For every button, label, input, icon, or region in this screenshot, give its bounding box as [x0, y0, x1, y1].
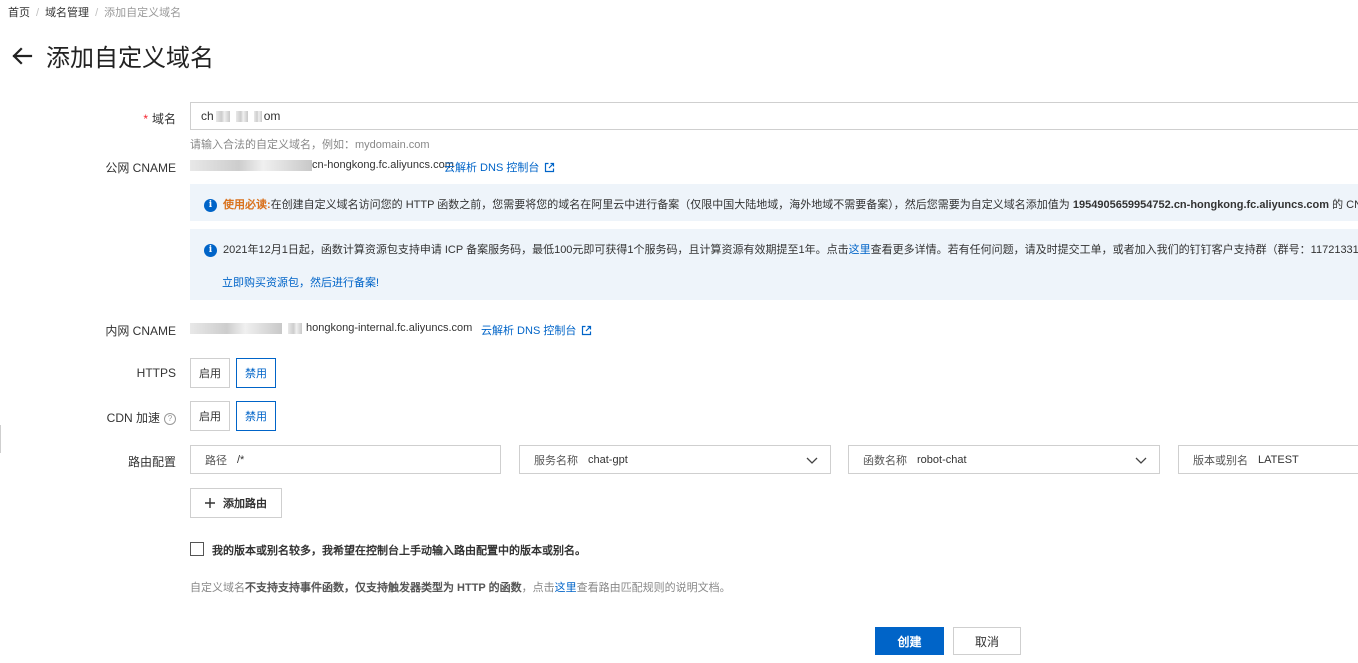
- public-cname-value: cn-hongkong.fc.aliyuncs.com: [190, 159, 454, 171]
- chevron-down-icon: [1135, 457, 1147, 464]
- cdn-label: CDN 加速?: [0, 409, 176, 426]
- https-disable-button[interactable]: 禁用: [236, 358, 276, 388]
- page-header: 添加自定义域名: [10, 38, 214, 73]
- route-function-select[interactable]: 函数名称 robot-chat: [848, 445, 1160, 474]
- https-label: HTTPS: [136, 366, 176, 380]
- help-icon[interactable]: ?: [164, 412, 176, 425]
- route-footnote: 自定义域名不支持支持事件函数，仅支持触发器类型为 HTTP 的函数，点击这里查看…: [190, 582, 731, 594]
- buy-resource-package-link[interactable]: 立即购买资源包，然后进行备案!: [222, 277, 379, 289]
- internal-cname-label: 内网 CNAME: [105, 324, 176, 338]
- masked-text: [253, 111, 262, 123]
- plus-icon: [205, 498, 215, 508]
- https-enable-button[interactable]: 启用: [190, 358, 230, 388]
- route-config-label: 路由配置: [127, 455, 176, 469]
- breadcrumb-current: 添加自定义域名: [104, 7, 182, 19]
- manual-version-checkbox[interactable]: [190, 542, 204, 556]
- masked-text: [215, 111, 230, 123]
- breadcrumb: 首页 / 域名管理 / 添加自定义域名: [8, 7, 182, 19]
- cdn-toggle: 启用 禁用: [190, 401, 276, 431]
- create-button[interactable]: 创建: [875, 627, 944, 655]
- route-service-select[interactable]: 服务名称 chat-gpt: [519, 445, 831, 474]
- masked-text: [235, 111, 248, 123]
- route-version-select[interactable]: 版本或别名 LATEST: [1178, 445, 1358, 474]
- masked-text: [190, 322, 282, 334]
- internal-dns-console-link[interactable]: 云解析 DNS 控制台: [481, 322, 592, 338]
- external-link-icon: [582, 325, 592, 335]
- route-rules-doc-link[interactable]: 这里: [555, 582, 577, 594]
- page-title: 添加自定义域名: [46, 45, 214, 72]
- masked-text: [288, 322, 302, 334]
- manual-version-label[interactable]: 我的版本或别名较多，我希望在控制台上手动输入路由配置中的版本或别名。: [212, 542, 586, 558]
- cdn-enable-button[interactable]: 启用: [190, 401, 230, 431]
- breadcrumb-home[interactable]: 首页: [8, 7, 30, 19]
- masked-text: [190, 159, 312, 171]
- info-icon: i: [204, 198, 217, 212]
- cdn-disable-button[interactable]: 禁用: [236, 401, 276, 431]
- left-edge-divider: [0, 425, 1, 453]
- external-link-icon: [545, 162, 555, 172]
- notice-must-read: i 使用必读:在创建自定义域名访问您的 HTTP 函数之前，您需要将您的域名在阿里…: [190, 184, 1358, 221]
- public-dns-console-link[interactable]: 云解析 DNS 控制台: [444, 159, 555, 175]
- https-toggle: 启用 禁用: [190, 358, 276, 388]
- domain-hint: 请输入合法的自定义域名，例如：mydomain.com: [190, 139, 430, 151]
- back-arrow-icon[interactable]: [10, 44, 34, 68]
- info-icon: i: [204, 243, 217, 257]
- chevron-down-icon: [806, 457, 818, 464]
- route-path-input[interactable]: 路径/*: [190, 445, 501, 474]
- add-route-button[interactable]: 添加路由: [190, 488, 282, 518]
- breadcrumb-domain-management[interactable]: 域名管理: [45, 7, 89, 19]
- domain-label: * 域名: [143, 112, 176, 126]
- details-here-link[interactable]: 这里: [849, 244, 871, 256]
- cancel-button[interactable]: 取消: [953, 627, 1021, 655]
- internal-cname-value: hongkong-internal.fc.aliyuncs.com: [190, 322, 472, 334]
- domain-input[interactable]: ch om: [190, 102, 1358, 130]
- public-cname-label: 公网 CNAME: [105, 161, 176, 175]
- notice-icp-resource: i 2021年12月1日起，函数计算资源包支持申请 ICP 备案服务码，最低100…: [190, 229, 1358, 300]
